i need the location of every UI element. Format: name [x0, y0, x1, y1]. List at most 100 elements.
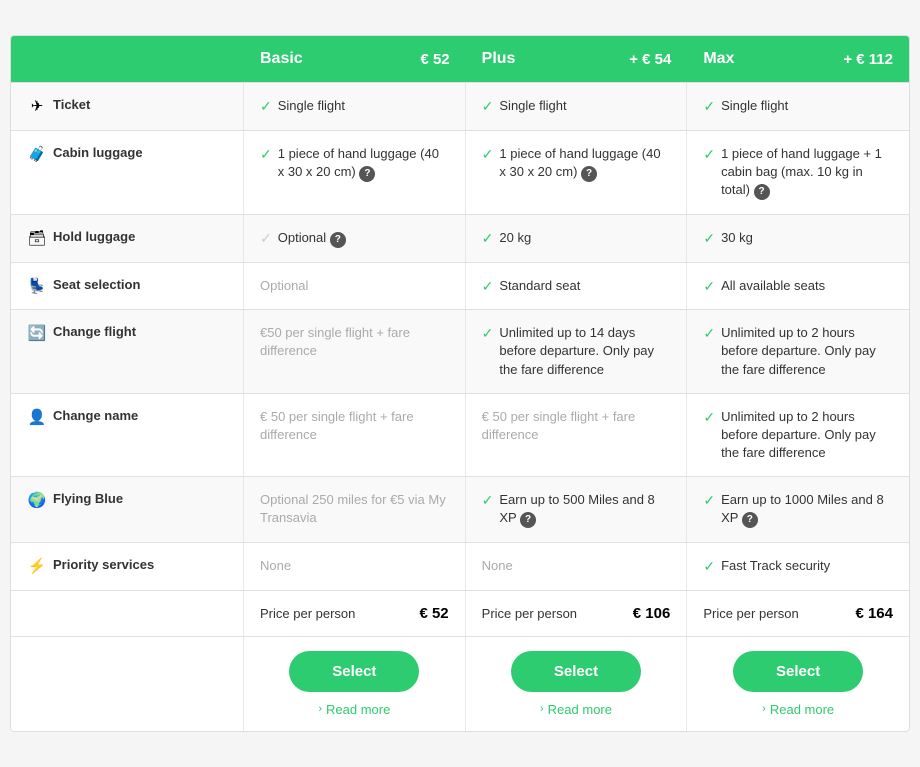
- check-icon: ✓: [703, 278, 715, 295]
- help-icon[interactable]: ?: [754, 184, 770, 200]
- plus-read-more-link[interactable]: › Read more: [540, 702, 612, 717]
- row-hold-luggage: 🗃 Hold luggage ✓ Optional ? ✓ 20 kg ✓ 30…: [11, 214, 909, 262]
- max-hold-luggage-text: 30 kg: [721, 229, 753, 247]
- help-icon[interactable]: ?: [359, 166, 375, 182]
- basic-read-more-label: Read more: [326, 702, 390, 717]
- max-action-cell: Select › Read more: [687, 637, 909, 731]
- chevron-right-icon: ›: [318, 703, 322, 715]
- basic-flying-blue-text: Optional 250 miles for €5 via My Transav…: [260, 491, 449, 527]
- footer-price-row: Price per person € 52 Price per person €…: [11, 590, 909, 636]
- change-name-icon: 👤: [27, 408, 47, 426]
- basic-flying-blue: Optional 250 miles for €5 via My Transav…: [244, 477, 466, 542]
- max-read-more-link[interactable]: › Read more: [762, 702, 834, 717]
- check-icon: ✓: [482, 278, 494, 295]
- change-flight-icon: 🔄: [27, 324, 47, 342]
- plus-plan-name: Plus: [482, 50, 516, 68]
- plus-priority-text: None: [482, 557, 513, 575]
- row-priority-services: ⚡ Priority services None None ✓ Fast Tra…: [11, 542, 909, 589]
- action-row: Select › Read more Select › Read more Se…: [11, 636, 909, 731]
- max-hold-luggage: ✓ 30 kg: [687, 215, 909, 262]
- basic-priority: None: [244, 543, 466, 589]
- row-change-flight: 🔄 Change flight €50 per single flight + …: [11, 309, 909, 393]
- basic-cabin-luggage: ✓ 1 piece of hand luggage (40 x 30 x 20 …: [244, 131, 466, 214]
- flying-blue-icon: 🌍: [27, 491, 47, 509]
- max-flying-blue: ✓ Earn up to 1000 Miles and 8 XP ?: [687, 477, 909, 542]
- max-cabin-luggage: ✓ 1 piece of hand luggage + 1 cabin bag …: [687, 131, 909, 214]
- max-ticket-text: Single flight: [721, 97, 788, 115]
- basic-ticket-text: Single flight: [278, 97, 345, 115]
- cabin-luggage-icon: 🧳: [27, 145, 47, 163]
- plus-ticket: ✓ Single flight: [466, 83, 688, 129]
- label-priority-services: ⚡ Priority services: [11, 543, 244, 589]
- plus-plan-price: + € 54: [629, 51, 671, 68]
- plus-ticket-text: Single flight: [499, 97, 566, 115]
- max-seat-text: All available seats: [721, 277, 825, 295]
- seat-icon: 💺: [27, 277, 47, 295]
- basic-read-more-link[interactable]: › Read more: [318, 702, 390, 717]
- max-read-more-label: Read more: [770, 702, 834, 717]
- priority-services-label: Priority services: [53, 557, 154, 572]
- flying-blue-label: Flying Blue: [53, 491, 123, 506]
- basic-change-name-text: € 50 per single flight + fare difference: [260, 408, 449, 444]
- cabin-luggage-label: Cabin luggage: [53, 145, 143, 160]
- check-icon: ✓: [703, 558, 715, 575]
- help-icon[interactable]: ?: [520, 512, 536, 528]
- check-icon: ✓: [482, 146, 494, 163]
- basic-priority-text: None: [260, 557, 291, 575]
- plus-action-cell: Select › Read more: [466, 637, 688, 731]
- plus-priority: None: [466, 543, 688, 589]
- help-icon[interactable]: ?: [581, 166, 597, 182]
- plus-price-amount: € 106: [633, 605, 671, 622]
- max-cabin-luggage-text: 1 piece of hand luggage + 1 cabin bag (m…: [721, 145, 893, 200]
- basic-select-button[interactable]: Select: [289, 651, 419, 692]
- basic-price-row: Price per person € 52: [244, 591, 466, 636]
- help-icon[interactable]: ?: [742, 512, 758, 528]
- basic-seat-text: Optional: [260, 277, 308, 295]
- priority-icon: ⚡: [27, 557, 47, 575]
- check-icon: ✓: [703, 325, 715, 342]
- check-icon: ✓: [703, 409, 715, 426]
- max-plan-price: + € 112: [843, 51, 893, 68]
- header-label-col: [11, 36, 244, 82]
- check-gray-icon: ✓: [260, 230, 272, 247]
- hold-luggage-icon: 🗃: [27, 229, 47, 247]
- check-icon: ✓: [260, 146, 272, 163]
- check-icon: ✓: [482, 98, 494, 115]
- basic-action-cell: Select › Read more: [244, 637, 466, 731]
- plus-change-name-text: € 50 per single flight + fare difference: [482, 408, 671, 444]
- row-change-name: 👤 Change name € 50 per single flight + f…: [11, 393, 909, 477]
- max-select-button[interactable]: Select: [733, 651, 863, 692]
- max-change-name-text: Unlimited up to 2 hours before departure…: [721, 408, 893, 463]
- check-icon: ✓: [703, 230, 715, 247]
- help-icon[interactable]: ?: [330, 232, 346, 248]
- ticket-label: Ticket: [53, 97, 90, 112]
- basic-hold-luggage-text: Optional ?: [278, 229, 346, 248]
- label-cabin-luggage: 🧳 Cabin luggage: [11, 131, 244, 214]
- header-plus: Plus + € 54: [466, 36, 688, 82]
- basic-hold-luggage: ✓ Optional ?: [244, 215, 466, 262]
- label-change-flight: 🔄 Change flight: [11, 310, 244, 393]
- check-icon: ✓: [482, 230, 494, 247]
- plus-hold-luggage: ✓ 20 kg: [466, 215, 688, 262]
- max-change-flight-text: Unlimited up to 2 hours before departure…: [721, 324, 893, 379]
- plus-price-row: Price per person € 106: [466, 591, 688, 636]
- check-icon: ✓: [482, 325, 494, 342]
- plus-cabin-luggage: ✓ 1 piece of hand luggage (40 x 30 x 20 …: [466, 131, 688, 214]
- basic-price-amount: € 52: [419, 605, 448, 622]
- hold-luggage-label: Hold luggage: [53, 229, 135, 244]
- max-flying-blue-text: Earn up to 1000 Miles and 8 XP ?: [721, 491, 893, 528]
- basic-change-flight-text: €50 per single flight + fare difference: [260, 324, 449, 360]
- chevron-right-icon: ›: [762, 703, 766, 715]
- plus-select-button[interactable]: Select: [511, 651, 641, 692]
- plus-seat-text: Standard seat: [499, 277, 580, 295]
- max-change-flight: ✓ Unlimited up to 2 hours before departu…: [687, 310, 909, 393]
- header-row: Basic € 52 Plus + € 54 Max + € 112: [11, 36, 909, 82]
- basic-seat-selection: Optional: [244, 263, 466, 309]
- header-max: Max + € 112: [687, 36, 909, 82]
- plus-change-flight-text: Unlimited up to 14 days before departure…: [499, 324, 670, 379]
- max-price-label: Price per person: [703, 606, 798, 621]
- label-hold-luggage: 🗃 Hold luggage: [11, 215, 244, 262]
- max-change-name: ✓ Unlimited up to 2 hours before departu…: [687, 394, 909, 477]
- plus-price-label: Price per person: [482, 606, 577, 621]
- check-icon: ✓: [703, 146, 715, 163]
